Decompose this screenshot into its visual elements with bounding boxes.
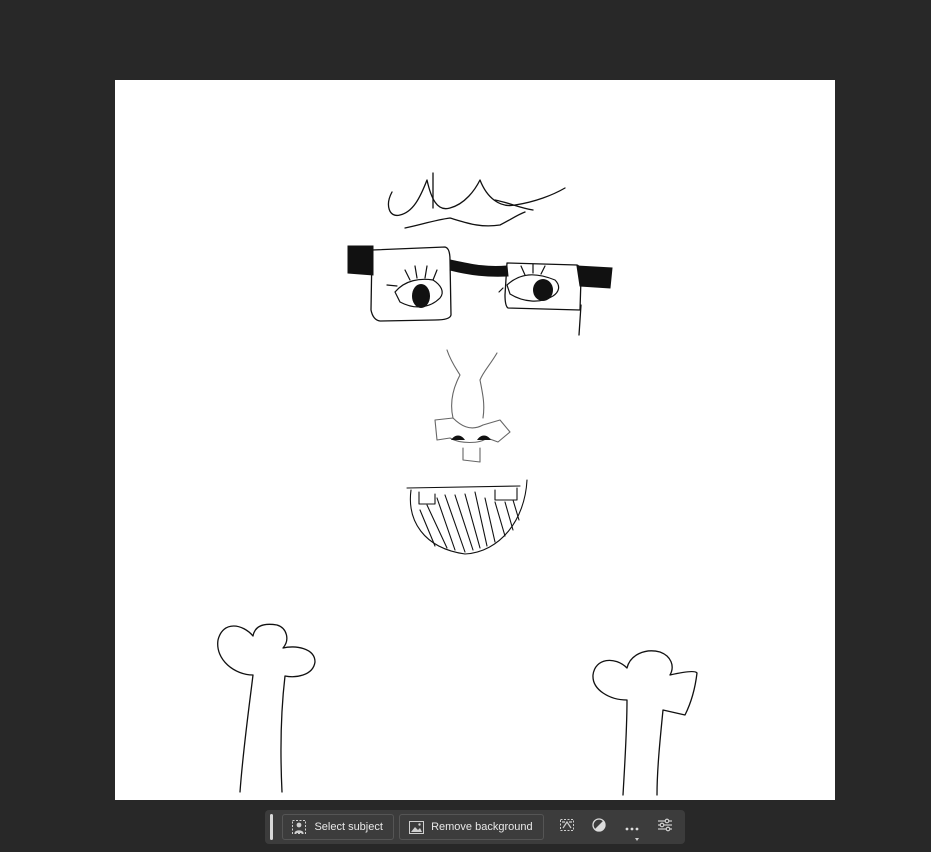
teeth [418, 491, 436, 505]
document-canvas[interactable] [115, 80, 835, 800]
teeth [494, 487, 518, 501]
remove-background-label: Remove background [431, 821, 533, 833]
left-eye-lash [424, 265, 428, 279]
transform-button[interactable] [550, 814, 583, 840]
right-eye-lash [540, 265, 546, 275]
transform-icon [559, 818, 575, 837]
left-eye-lash [432, 269, 438, 281]
chevron-down-icon [635, 838, 640, 841]
right-eye-lash [520, 265, 526, 276]
adjustment-button[interactable] [583, 814, 616, 840]
taskbar-settings-button[interactable] [648, 814, 681, 840]
nose-bridge-left [446, 349, 461, 419]
left-hand [217, 623, 316, 793]
more-options-button[interactable] [616, 814, 649, 841]
left-eye-lash [404, 269, 411, 281]
adjustment-circle-icon [592, 817, 607, 837]
sliders-icon [657, 818, 673, 837]
face-doodle-drawing [217, 172, 698, 796]
nose-lower [462, 447, 481, 463]
workspace: Select subject Remove background [0, 0, 931, 852]
glasses-left-bar [347, 245, 374, 276]
select-subject-button[interactable]: Select subject [282, 814, 394, 840]
left-nostril [451, 435, 465, 440]
hair-stroke [387, 179, 566, 217]
select-subject-label: Select subject [314, 821, 383, 833]
nose-bottom [434, 417, 511, 444]
remove-background-button[interactable]: Remove background [399, 814, 544, 840]
right-eye-lash [498, 287, 504, 293]
right-nostril [477, 435, 491, 440]
left-eye-pupil [412, 284, 430, 308]
taskbar-drag-handle[interactable] [270, 814, 274, 840]
right-eye-pupil [533, 279, 553, 301]
glasses-right-bar [576, 265, 613, 289]
person-select-icon [291, 819, 307, 835]
right-hand [592, 650, 698, 796]
more-icon [625, 818, 639, 836]
nose-bridge-right [479, 352, 498, 419]
hair-stroke [494, 199, 534, 211]
mouth-top [406, 485, 521, 489]
left-eye-lash [386, 284, 398, 287]
glasses-left-lens [370, 246, 452, 322]
glasses-bridge [449, 259, 509, 277]
left-eye-lash [414, 265, 418, 279]
hair-stroke [404, 211, 526, 229]
contextual-taskbar: Select subject Remove background [265, 810, 685, 844]
image-icon [408, 819, 424, 835]
